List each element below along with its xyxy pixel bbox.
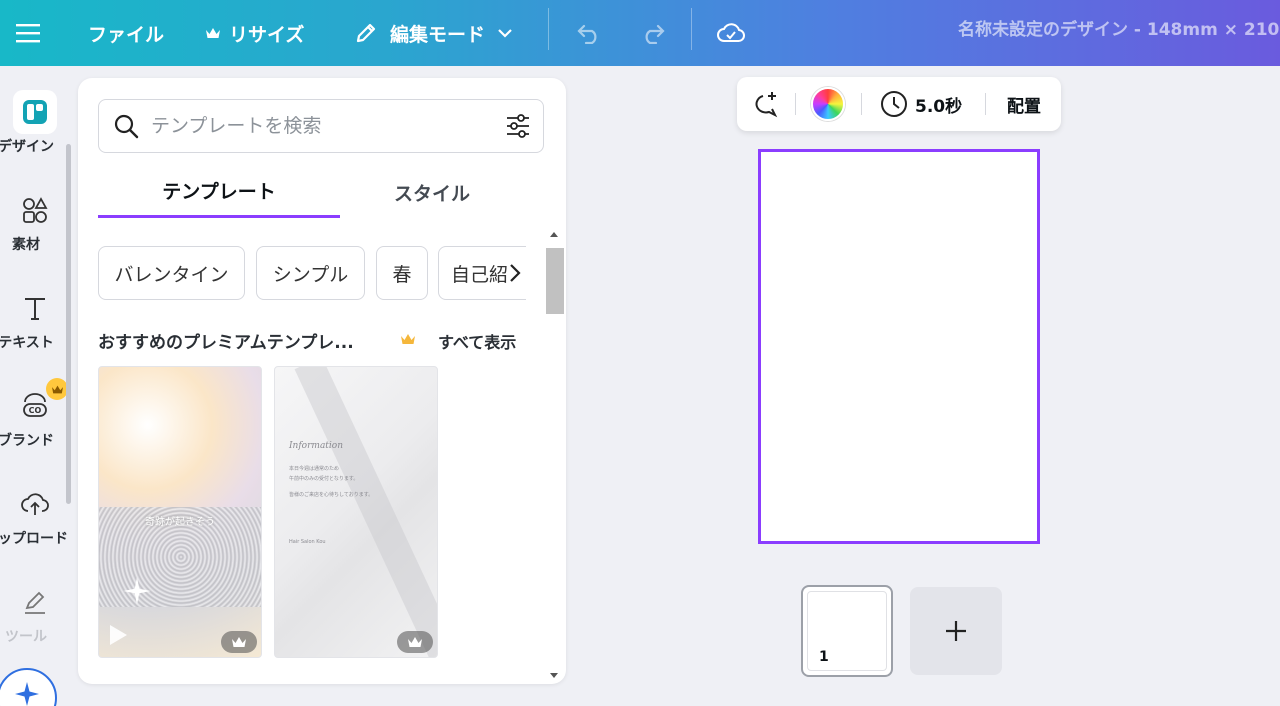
sidebar-item-label: ツール (5, 629, 47, 645)
edit-mode-label: 編集モード (390, 23, 486, 46)
crown-icon (400, 332, 416, 346)
chevron-right-icon[interactable] (508, 262, 522, 284)
crown-icon (232, 637, 246, 647)
template-panel: テンプレート スタイル バレンタイン シンプル 春 自己紹 おすすめのプレミアム… (78, 78, 566, 684)
sidebar-item-upload[interactable]: アップロード (0, 482, 70, 548)
sparkle-icon (121, 575, 153, 607)
panel-tabs: テンプレート スタイル (98, 166, 544, 218)
play-icon[interactable] (107, 623, 129, 647)
hamburger-icon[interactable] (16, 0, 40, 66)
divider (691, 8, 692, 50)
panel-scrollbar-thumb[interactable] (546, 248, 564, 314)
resize-label: リサイズ (229, 23, 305, 46)
card-title: Information (289, 441, 344, 451)
chip-valentine[interactable]: バレンタイン (98, 246, 245, 300)
tab-styles[interactable]: スタイル (320, 166, 544, 218)
color-wheel-icon[interactable] (811, 77, 845, 131)
sidebar-item-label: 素材 (12, 237, 40, 253)
template-card[interactable]: Information 本日今週は通常のため 午前中のみの受付となります。 皆様… (274, 366, 438, 658)
divider (861, 93, 862, 115)
search-input[interactable] (151, 115, 491, 137)
resize-button[interactable]: リサイズ (205, 0, 304, 66)
duration-label: 5.0秒 (915, 96, 963, 117)
sidebar-item-tools[interactable]: ツール (0, 580, 70, 646)
sidebar-item-label: デザイン (0, 139, 54, 155)
search-icon (113, 113, 139, 139)
search-box[interactable] (98, 99, 544, 153)
sidebar-item-label: ブランド (0, 433, 54, 449)
text-icon (13, 286, 57, 330)
divider (985, 93, 986, 115)
sidebar-item-text[interactable]: テキスト (0, 286, 70, 352)
design-page[interactable] (758, 149, 1040, 544)
document-title[interactable]: 名称未設定のデザイン - 148mm × 210 (958, 0, 1279, 54)
add-page-button[interactable] (910, 587, 1002, 675)
element-toolbar: 5.0秒 配置 (737, 77, 1061, 131)
page-thumbnail[interactable]: 1 (801, 585, 893, 677)
premium-crown-icon (46, 378, 68, 400)
card-line: 皆様のご来店を心待ちしております。 (289, 492, 374, 498)
tools-icon (13, 580, 57, 624)
see-all-link[interactable]: すべて表示 (438, 329, 516, 353)
card-footer: Hair Salon Kou (289, 539, 326, 545)
section-title: おすすめのプレミアムテンプレ... (98, 333, 354, 353)
category-chips: バレンタイン シンプル 春 自己紹 (98, 246, 526, 302)
premium-badge (397, 631, 433, 653)
elements-icon (13, 188, 57, 232)
sidebar-item-label: テキスト (0, 335, 54, 351)
sidebar-item-elements[interactable]: 素材 (0, 188, 70, 254)
divider (548, 8, 549, 50)
premium-badge (221, 631, 257, 653)
plus-icon (946, 621, 966, 641)
crown-icon (408, 637, 422, 647)
left-sidebar: デザイン 素材 テキスト CO ブランド アップロード ツール (0, 66, 78, 706)
file-menu-button[interactable]: ファイル (88, 0, 164, 66)
chevron-down-icon (497, 28, 513, 38)
sidebar-item-brand[interactable]: CO ブランド (0, 378, 70, 450)
scroll-up-arrow-icon[interactable] (544, 228, 564, 240)
top-bar: ファイル リサイズ 編集モード 名称未設定のデザイン - 148mm × 210 (0, 0, 1280, 66)
sidebar-item-label: アップロード (0, 531, 68, 547)
page-number: 1 (819, 649, 829, 665)
card-line: 本日今週は通常のため (289, 466, 340, 472)
svg-text:CO: CO (29, 406, 42, 415)
crown-icon (205, 26, 221, 40)
sidebar-scrollbar[interactable] (66, 144, 71, 504)
chip-spring[interactable]: 春 (376, 246, 428, 300)
design-icon (13, 90, 57, 134)
clock-icon (881, 91, 907, 117)
redo-icon[interactable] (640, 0, 666, 66)
undo-icon[interactable] (576, 0, 602, 66)
shadow-decoration (294, 367, 437, 657)
comment-add-icon[interactable] (749, 77, 779, 131)
arrange-button[interactable]: 配置 (1007, 77, 1041, 131)
tab-templates[interactable]: テンプレート (98, 166, 340, 218)
card-line: 午前中のみの受付となります。 (289, 476, 359, 482)
sidebar-item-design[interactable]: デザイン (0, 90, 70, 156)
chip-simple[interactable]: シンプル (256, 246, 365, 300)
scroll-down-arrow-icon[interactable] (544, 670, 564, 682)
pencil-icon (354, 21, 378, 45)
template-card[interactable]: 奇跡が起きそう (98, 366, 262, 658)
card-caption: 奇跡が起きそう (145, 517, 215, 528)
cloud-check-icon[interactable] (716, 0, 746, 66)
brand-icon: CO (13, 378, 68, 428)
edit-mode-button[interactable]: 編集モード (354, 0, 513, 66)
filter-icon[interactable] (505, 113, 531, 139)
sparkle-icon (15, 682, 39, 706)
duration-button[interactable]: 5.0秒 (879, 77, 962, 131)
upload-icon (13, 482, 57, 526)
divider (795, 93, 796, 115)
